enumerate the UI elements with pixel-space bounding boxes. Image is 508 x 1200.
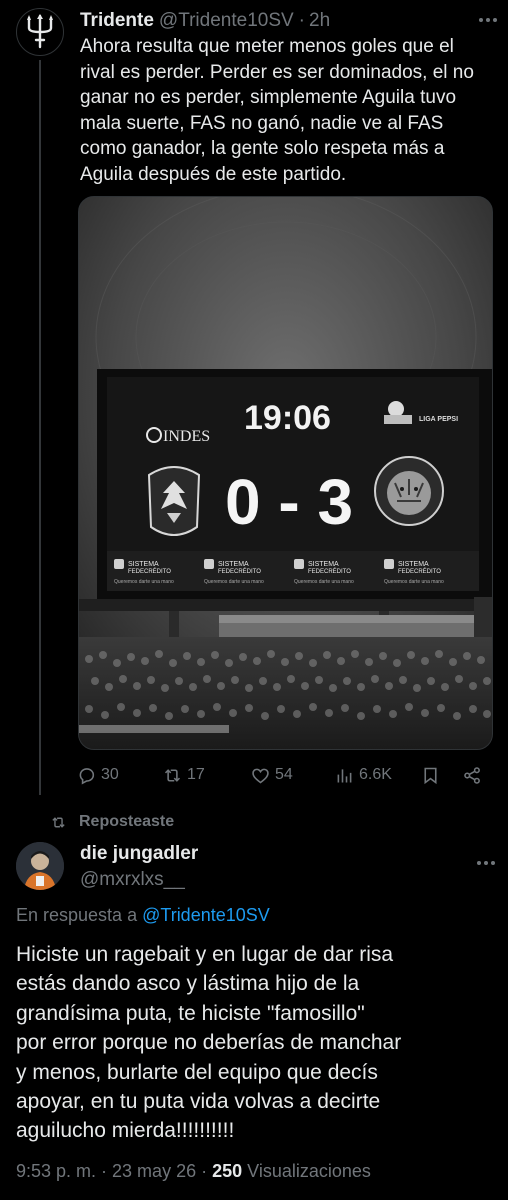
sponsor-tagline: Queremos darte una mano — [204, 579, 264, 585]
tweet-media-image[interactable]: INDES 19:06 LIGA PEPSI 0 - 3 SISTEMA FED… — [78, 196, 493, 750]
sponsor-name: FEDECRÉDITO — [218, 568, 261, 575]
sponsor-tagline: Queremos darte una mano — [384, 579, 444, 585]
reply-to-link[interactable]: @Tridente10SV — [142, 905, 270, 925]
author-name[interactable]: Tridente — [80, 10, 154, 32]
author-handle[interactable]: @mxrxlxs__ — [80, 869, 185, 891]
reply-views-count: 250 — [212, 1161, 243, 1181]
reply-icon — [79, 767, 95, 785]
scoreboard-clock: 19:06 — [244, 399, 331, 437]
sponsor-tagline: Queremos darte una mano — [294, 579, 354, 585]
share-icon — [464, 766, 480, 784]
avatar[interactable] — [16, 8, 64, 56]
like-icon — [252, 768, 269, 783]
reply-text-line: aguilucho mierda!!!!!!!!!! — [16, 1119, 235, 1143]
more-button[interactable] — [474, 8, 502, 32]
league-logo-text: LIGA PEPSI — [419, 416, 458, 423]
tweet-time[interactable]: 2h — [309, 10, 330, 32]
tweet-text: Ahora resulta que meter menos goles que … — [80, 34, 500, 187]
bookmark-icon — [424, 767, 437, 784]
views-button[interactable]: 6.6K — [334, 762, 392, 788]
reply-text-line: grandísima puta, te hiciste "famosillo" — [16, 1001, 365, 1025]
reply-text: Hiciste un ragebait y en lugar de dar ri… — [16, 940, 496, 1146]
like-button[interactable]: 54 — [250, 762, 293, 788]
trident-icon — [27, 14, 53, 49]
tweet-header: Tridente @Tridente10SV · 2h — [80, 9, 330, 33]
sponsor-tagline: Queremos darte una mano — [114, 579, 174, 585]
sponsor-name: SISTEMA — [398, 561, 429, 568]
author-name[interactable]: die jungadler — [80, 843, 198, 865]
views-icon — [337, 768, 352, 782]
avatar-image — [16, 842, 64, 890]
more-icon — [479, 18, 497, 22]
tweet-text-line: como ganador, la gente solo respeta más … — [80, 138, 445, 159]
repost-indicator: Reposteaste — [50, 811, 174, 833]
tweet-text-line: mala suerte, FAS no ganó, nadie ve al FA… — [80, 112, 444, 134]
reply-prefix: En respuesta a — [16, 905, 138, 925]
sponsor-name: FEDECRÉDITO — [308, 568, 351, 575]
tweet-text-line: rival es perder. Perder es ser dominados… — [80, 61, 474, 83]
author-handle[interactable]: @Tridente10SV — [159, 10, 294, 32]
repost-button[interactable]: 17 — [162, 762, 205, 788]
thread-line — [39, 60, 41, 795]
scoreboard-photo: INDES 19:06 LIGA PEPSI 0 - 3 SISTEMA FED… — [79, 197, 492, 749]
views-count: 6.6K — [359, 766, 392, 783]
tweet-text-line: ganar no es perder, simplemente Aguila t… — [80, 87, 457, 108]
reply-text-line: estás dando asco y lástima hijo de la — [16, 972, 360, 996]
reply-text-line: Hiciste un ragebait y en lugar de dar ri… — [16, 943, 394, 966]
like-count: 54 — [275, 766, 293, 783]
reply-button[interactable]: 30 — [76, 762, 119, 788]
tweet[interactable]: Tridente @Tridente10SV · 2h Ahora result… — [0, 0, 508, 800]
reply-text-line: apoyar, en tu puta vida volvas a decirte — [16, 1090, 381, 1114]
sponsor-name: SISTEMA — [128, 561, 159, 568]
sponsor-name: FEDECRÉDITO — [398, 568, 441, 575]
repost-label[interactable]: Reposteaste — [79, 813, 174, 831]
tweet-text-line: Aguila después de este partido. — [80, 163, 347, 185]
avatar[interactable] — [16, 842, 64, 890]
reply-views-label: Visualizaciones — [247, 1161, 371, 1181]
repost-count: 17 — [187, 766, 205, 783]
separator: · — [298, 10, 305, 31]
bookmark-button[interactable] — [420, 762, 441, 788]
scoreboard-brand: INDES — [163, 428, 210, 445]
more-button[interactable] — [472, 851, 500, 875]
sponsor-name: FEDECRÉDITO — [128, 568, 171, 575]
share-button[interactable] — [462, 762, 483, 788]
reply-text-line: y menos, burlarte del equipo que decís — [16, 1060, 378, 1084]
tweet-actions: 30 17 54 6.6K — [76, 762, 496, 788]
reply-text-line: por error porque no deberías de manchar — [16, 1031, 402, 1055]
repost-icon — [52, 816, 65, 828]
more-icon — [477, 861, 495, 865]
team-crest-left — [147, 466, 201, 536]
sponsor-name: SISTEMA — [218, 561, 249, 568]
reply-count: 30 — [101, 766, 119, 783]
repost-icon — [164, 768, 181, 782]
tweet-text-line: Ahora resulta que meter menos goles que … — [80, 36, 454, 57]
sponsor-name: SISTEMA — [308, 561, 339, 568]
reply-context: En respuesta a @Tridente10SV — [16, 905, 270, 926]
scoreboard-score: 0 - 3 — [225, 466, 353, 538]
reply-timestamp[interactable]: 9:53 p. m. · 23 may 26 · — [16, 1161, 207, 1181]
team-crest-right — [374, 456, 444, 526]
reply-meta: 9:53 p. m. · 23 may 26 · 250 Visualizaci… — [16, 1161, 371, 1182]
